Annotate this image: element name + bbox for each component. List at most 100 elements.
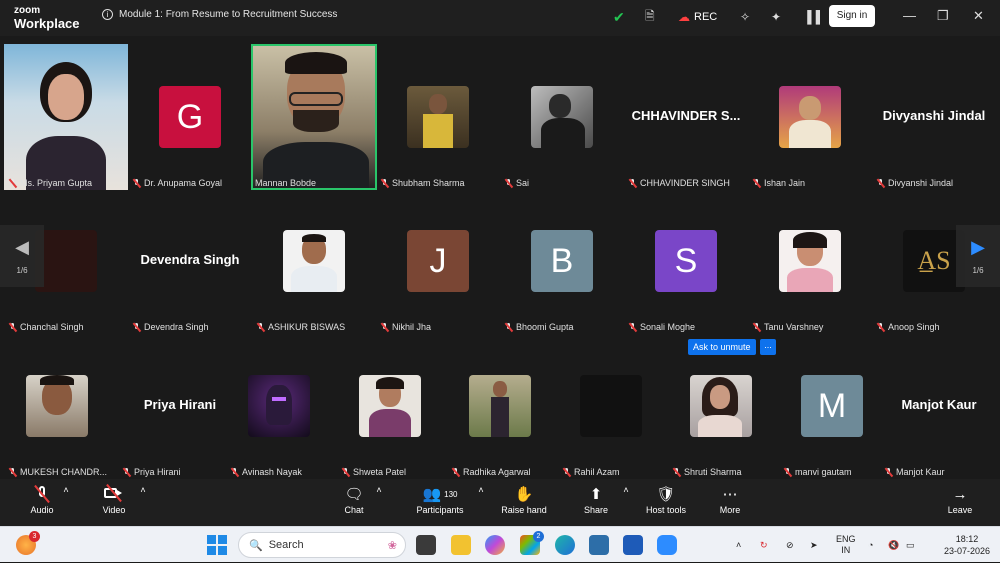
page-indicator: 1/6 — [16, 266, 28, 275]
close-icon[interactable]: ✕ — [973, 8, 984, 24]
language-indicator[interactable]: ENG IN — [836, 527, 856, 563]
record-indicator[interactable]: ☁ REC — [678, 9, 717, 25]
host-tools-button[interactable]: 🛡 Host tools — [638, 485, 694, 515]
participant-tile[interactable]: Shweta Patel — [337, 325, 461, 479]
avatar — [248, 375, 310, 437]
notes-icon[interactable]: 🗎 — [645, 9, 655, 25]
search-highlight-icon: ❀ — [387, 539, 397, 552]
edge-icon[interactable] — [555, 535, 575, 555]
taskbar-search[interactable]: 🔍 Search ❀ — [238, 532, 406, 558]
chevron-left-icon: ◀ — [15, 237, 29, 257]
participant-tile[interactable]: Divyanshi Jindal Divyanshi Jindal — [872, 36, 996, 190]
info-icon[interactable]: i — [102, 9, 113, 20]
show-hidden-icons[interactable]: ˄ — [736, 527, 741, 563]
page-indicator: 1/6 — [972, 266, 984, 275]
participant-tile[interactable]: Priya Hirani Priya Hirani — [118, 325, 242, 479]
start-icon[interactable] — [207, 535, 227, 555]
zoom-logo: zoom Workplace — [14, 6, 80, 31]
app-icon[interactable] — [589, 535, 609, 555]
participant-tile[interactable]: Shubham Sharma — [376, 36, 500, 190]
participant-name: Avinash Nayak — [230, 465, 302, 479]
clock-time: 18:12 — [955, 534, 979, 544]
clock-date: 23-07-2026 — [943, 546, 990, 556]
participant-name: manvi gautam — [783, 465, 852, 479]
participant-tile[interactable]: Manjot Kaur Manjot Kaur — [880, 325, 998, 479]
leave-icon: → — [952, 486, 968, 503]
system-clock[interactable]: 18:12 23-07-2026 — [944, 533, 990, 557]
participant-tile[interactable]: Avinash Nayak — [226, 325, 350, 479]
participants-label: Participants — [416, 505, 464, 515]
mic-off-icon — [562, 467, 571, 477]
participant-tile[interactable]: Tanu Varshney — [748, 180, 872, 334]
restore-icon[interactable]: ❐ — [937, 8, 949, 24]
avatar — [283, 230, 345, 292]
avatar: S — [655, 230, 717, 292]
participant-tile[interactable]: Ishan Jain — [748, 36, 872, 190]
weather-widget-icon[interactable]: 3 — [16, 531, 40, 555]
battery-icon[interactable]: ▭ — [906, 527, 915, 563]
leave-label: Leave — [947, 505, 973, 515]
more-icon: ⋯ — [722, 486, 738, 503]
location-icon[interactable]: ➤ — [810, 527, 818, 563]
magic-wand-icon[interactable]: ✧ — [740, 9, 750, 25]
participant-tile[interactable]: Ms. Priyam Gupta — [4, 36, 128, 190]
avatar — [359, 375, 421, 437]
participant-tile[interactable]: CHHAVINDER S... CHHAVINDER SINGH — [624, 36, 748, 190]
participant-tile[interactable]: J Nikhil Jha — [376, 180, 500, 334]
next-page-button[interactable]: ▶ 1/6 — [956, 225, 1000, 287]
video-options-caret[interactable]: ˄ — [115, 485, 171, 495]
logo-bottom: Workplace — [14, 16, 80, 31]
wifi-icon[interactable]: ◔ — [868, 527, 873, 563]
meeting-title: Module 1: From Resume to Recruitment Suc… — [119, 9, 338, 20]
store-icon[interactable]: 2 — [520, 531, 544, 555]
file-explorer-icon[interactable] — [451, 535, 471, 555]
leave-button[interactable]: → Leave — [932, 485, 988, 515]
chat-options-caret[interactable]: ˄ — [351, 485, 407, 495]
avatar — [580, 375, 642, 437]
encryption-shield-icon[interactable]: ✔ — [613, 9, 625, 25]
more-button[interactable]: ⋯ More — [702, 485, 758, 515]
cloud-record-icon: ☁ — [678, 10, 690, 24]
mic-off-icon — [884, 467, 893, 477]
raise-hand-button[interactable]: ✋ Raise hand — [496, 485, 552, 515]
previous-page-button[interactable]: ◀ 1/6 — [0, 225, 44, 287]
avatar: J — [407, 230, 469, 292]
view-layout-icon[interactable]: ▐▐ — [803, 9, 820, 25]
participant-tile[interactable]: MUKESH CHANDR... — [4, 325, 128, 479]
participant-tile[interactable]: S Sonali Moghe — [624, 180, 748, 334]
participant-name: Manjot Kaur — [884, 465, 945, 479]
avatar: B — [531, 230, 593, 292]
participant-name: Priya Hirani — [122, 465, 181, 479]
meeting-info[interactable]: i Module 1: From Resume to Recruitment S… — [102, 9, 337, 20]
zoom-app-icon[interactable] — [657, 535, 677, 555]
speaker-muted-icon[interactable]: 🔇 — [888, 527, 899, 563]
search-label: Search — [268, 539, 304, 551]
network-off-icon[interactable]: ⊘ — [786, 527, 794, 563]
meeting-toolbar: Audio ˄ Video ˄ 🗨 Chat ˄ 👥 130 Participan… — [0, 479, 1000, 526]
participant-tile[interactable]: Rahil Azam — [558, 325, 682, 479]
copilot-icon[interactable] — [485, 535, 505, 555]
rec-label: REC — [694, 11, 718, 23]
participant-tile[interactable]: Sai — [500, 36, 624, 190]
ai-companion-icon[interactable]: ✦ — [771, 9, 781, 25]
participant-video — [4, 44, 128, 190]
mic-off-icon — [122, 467, 131, 477]
video-label: Video — [102, 505, 126, 515]
share-label: Share — [583, 505, 609, 515]
participant-tile[interactable]: ASHIKUR BISWAS — [252, 180, 376, 334]
raise-hand-label: Raise hand — [501, 505, 547, 515]
mic-off-icon — [8, 467, 17, 477]
participant-tile[interactable]: Devendra Singh Devendra Singh — [128, 180, 252, 334]
participant-tile[interactable]: Radhika Agarwal — [447, 325, 571, 479]
task-view-icon[interactable] — [416, 535, 436, 555]
participant-name: Radhika Agarwal — [451, 465, 531, 479]
minimize-icon[interactable]: — — [903, 8, 916, 23]
language-top: ENG — [836, 534, 856, 544]
word-icon[interactable] — [623, 535, 643, 555]
sync-icon[interactable]: ↻ — [760, 527, 768, 563]
participant-tile[interactable]: Shruti Sharma — [668, 325, 792, 479]
participant-tile[interactable]: Mannan Bobde — [251, 36, 377, 190]
sign-in-button[interactable]: Sign in — [829, 5, 875, 27]
participant-tile[interactable]: B Bhoomi Gupta — [500, 180, 624, 334]
participant-tile[interactable]: G Dr. Anupama Goyal — [128, 36, 252, 190]
